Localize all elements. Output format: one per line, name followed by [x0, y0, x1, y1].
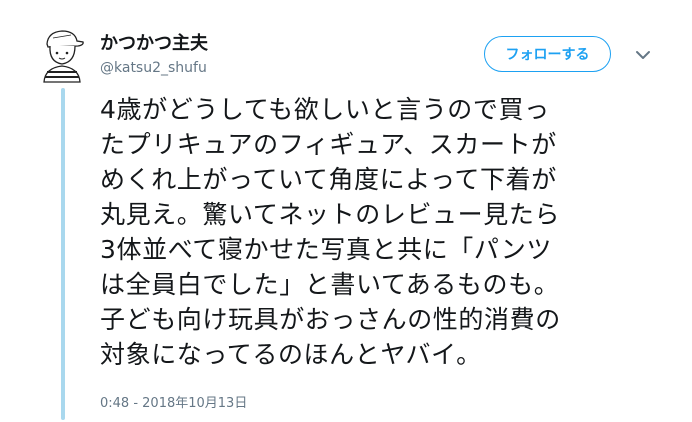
tweet-text: 4歳がどうしても欲しいと言うので買っ たプリキュアのフィギュア、スカートが めく… — [100, 92, 670, 372]
tweet-text-line: 対象になってるのほんとヤバイ。 — [100, 340, 482, 369]
tweet-text-line: 4歳がどうしても欲しいと言うので買っ — [100, 95, 550, 124]
tweet-text-line: 丸見え。驚いてネットのレビュー見たら — [100, 200, 561, 229]
tweet-text-line: 子ども向け玩具がおっさんの性的消費の — [100, 305, 561, 334]
more-menu-button[interactable] — [631, 45, 655, 65]
avatar-illustration-icon — [43, 30, 84, 83]
thread-line — [61, 88, 65, 420]
tweet-timestamp[interactable]: 0:48 - 2018年10月13日 — [100, 392, 247, 411]
author-info[interactable]: かつかつ主夫 @katsu2_shufu — [100, 33, 208, 77]
author-handle[interactable]: @katsu2_shufu — [100, 59, 208, 77]
avatar[interactable] — [38, 26, 88, 84]
tweet-text-line: めくれ上がっていて角度によって下着が — [100, 165, 557, 194]
follow-button[interactable]: フォローする — [484, 36, 611, 72]
chevron-down-icon — [636, 51, 650, 59]
tweet-text-line: たプリキュアのフィギュア、スカートが — [100, 130, 557, 159]
author-display-name[interactable]: かつかつ主夫 — [100, 33, 208, 55]
tweet-text-line: 3体並べて寝かせた写真と共に「パンツ — [100, 235, 552, 264]
tweet-text-line: は全員白でした」と書いてあるものも。 — [100, 270, 560, 299]
